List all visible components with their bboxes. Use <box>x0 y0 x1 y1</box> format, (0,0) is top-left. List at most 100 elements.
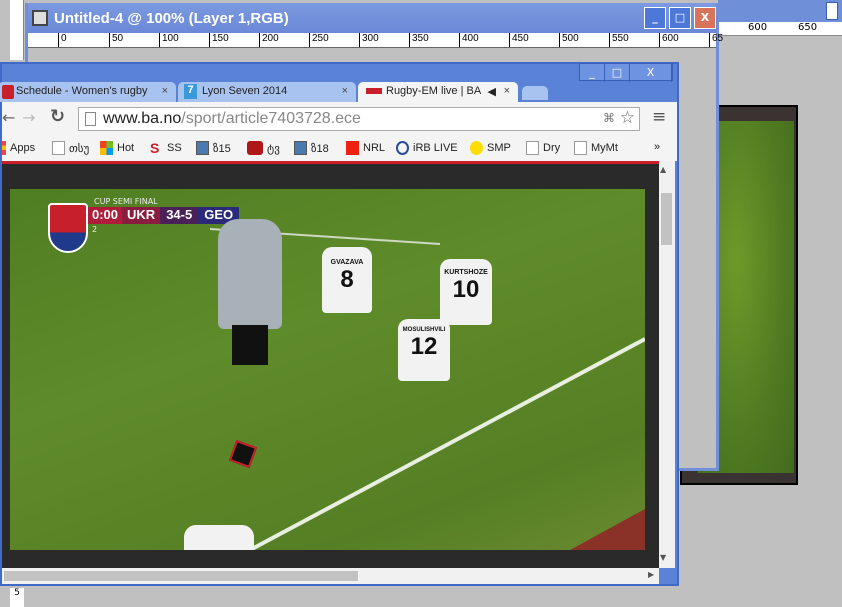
menu-icon[interactable]: ≡ <box>652 107 666 127</box>
supersport-icon: S <box>150 140 160 156</box>
bookmark-nrl[interactable]: NRL <box>346 141 385 155</box>
ruler-tick: 150 <box>209 33 229 47</box>
coach-shorts <box>232 325 268 365</box>
scroll-down-icon[interactable]: ▼ <box>660 553 666 562</box>
bookmark-tsu[interactable]: თსუ <box>52 141 89 155</box>
scroll-thumb[interactable] <box>4 571 358 581</box>
youtube-icon <box>247 141 263 155</box>
scroll-right-icon[interactable]: ▶ <box>648 570 654 579</box>
document-title: Untitled-4 @ 100% (Layer 1,RGB) <box>28 3 716 33</box>
bookmark-z18[interactable]: ზ18 <box>294 141 329 155</box>
tab-lyon-seven[interactable]: 7 Lyon Seven 2014 × <box>178 82 356 102</box>
window-controls: _ □ X <box>579 63 673 82</box>
page-icon <box>85 112 96 126</box>
url-host: www.ba.no <box>103 110 182 127</box>
bookmark-label: SMP <box>487 142 511 154</box>
ruler-tick: 200 <box>259 33 279 47</box>
bookmark-label: NRL <box>363 142 386 154</box>
ruler-tick: 250 <box>309 33 329 47</box>
ruler-tick: 600 <box>748 22 768 33</box>
smp-icon <box>470 141 483 155</box>
ruler-tick: 100 <box>159 33 179 47</box>
close-button[interactable]: X <box>694 7 716 29</box>
lyon-seven-icon: 7 <box>184 84 197 99</box>
chrome-window: _ □ X Schedule - Women's rugby × 7 Lyon S… <box>0 62 679 586</box>
tab-strip: Schedule - Women's rugby × 7 Lyon Seven 2… <box>0 80 677 102</box>
ruler-tick: 550 <box>609 33 629 47</box>
page-icon <box>52 141 65 155</box>
url-path: /sport/article7403728.ece <box>181 110 361 127</box>
bookmark-label: Apps <box>10 142 36 154</box>
ruler-tick: 600 <box>659 33 679 47</box>
player-8: GVAZAVA 8 <box>322 247 372 313</box>
nrl-icon <box>346 141 359 155</box>
tab-label: Schedule - Women's rugby <box>16 85 148 97</box>
audio-playing-icon: ◀ <box>487 86 496 98</box>
tournament-logo <box>48 203 88 253</box>
bookmark-ss[interactable]: S SS <box>150 141 182 155</box>
vertical-scrollbar[interactable]: ▲ ▼ <box>659 161 675 568</box>
bookmark-label: ზ18 <box>311 142 329 155</box>
toolbar: ← → ↻ www.ba.no/sport/article7403728.ece… <box>2 102 677 135</box>
bookmark-mymt[interactable]: MyMt <box>574 141 618 155</box>
tab-rugby-em-live[interactable]: Rugby-EM live | BA ◀ × <box>358 82 518 102</box>
more-bookmarks-button[interactable]: » <box>654 141 660 153</box>
ruler-tick: 400 <box>459 33 479 47</box>
maximize-button[interactable]: □ <box>669 7 691 29</box>
player-name: KURTSHOZE <box>444 269 488 276</box>
ruler-tick: 0 <box>58 33 67 47</box>
bookmark-z15[interactable]: ზ15 <box>196 141 231 155</box>
tab-label: Rugby-EM live | BA <box>386 85 482 97</box>
competition-label: CUP SEMI FINAL <box>94 197 158 206</box>
bookmark-tv[interactable]: ტვ <box>247 141 280 155</box>
irb-icon <box>396 141 409 155</box>
bookmark-label: ტვ <box>267 142 280 155</box>
bookmark-hot[interactable]: Hot <box>100 141 134 155</box>
background-ruler: 600 650 <box>718 22 842 36</box>
document-icon <box>32 10 48 26</box>
scroll-up-icon[interactable]: ▲ <box>660 165 666 174</box>
reload-button[interactable]: ↻ <box>50 106 65 127</box>
translate-icon[interactable]: ⌘ <box>603 111 615 125</box>
back-button[interactable]: ← <box>2 108 15 127</box>
bookmark-smp[interactable]: SMP <box>470 141 511 155</box>
horizontal-scrollbar[interactable]: ▶ <box>2 568 659 584</box>
minimize-button[interactable]: _ <box>644 7 666 29</box>
bookmark-star-icon[interactable]: ☆ <box>620 108 635 128</box>
period-label: 2 <box>92 225 98 234</box>
field-lines <box>209 228 645 550</box>
bookmark-irb-live[interactable]: iRB LIVE <box>396 141 458 155</box>
page-content: CUP SEMI FINAL 0:00 UKR 34-5 GEO 2 GVAZA… <box>2 164 659 568</box>
ba-logo-icon <box>366 88 382 94</box>
player-12: MOSULISHVILI 12 <box>398 319 450 381</box>
match-clock: 0:00 <box>88 207 123 224</box>
bookmark-label: თსუ <box>69 142 90 155</box>
tab-schedule[interactable]: Schedule - Women's rugby × <box>0 82 176 102</box>
bookmark-dry[interactable]: Dry <box>526 141 560 155</box>
bookmark-label: iRB LIVE <box>413 142 458 154</box>
side-ruler-label: 5 <box>10 588 24 607</box>
bookmarks-bar: Apps თსუ Hot S SS ზ15 ტვ ზ18 NRL iRB LIVE… <box>2 135 677 161</box>
background-window-titlebar <box>718 0 842 22</box>
close-tab-icon[interactable]: × <box>504 85 510 97</box>
bookmark-label: Hot <box>117 142 135 154</box>
scroll-thumb[interactable] <box>661 193 672 245</box>
player-foreground <box>184 525 254 550</box>
address-bar[interactable]: www.ba.no/sport/article7403728.ece ⌘ ☆ <box>78 107 640 131</box>
scoreboard: 0:00 UKR 34-5 GEO <box>88 207 240 224</box>
forward-button[interactable]: → <box>22 108 35 127</box>
bookmark-label: ზ15 <box>213 142 231 155</box>
player-10: KURTSHOZE 10 <box>440 259 492 325</box>
ruler-tick: 350 <box>409 33 429 47</box>
new-tab-button[interactable] <box>522 86 548 100</box>
close-tab-icon[interactable]: × <box>162 85 168 97</box>
video-player[interactable]: CUP SEMI FINAL 0:00 UKR 34-5 GEO 2 GVAZA… <box>10 189 645 550</box>
bookmark-label: MyMt <box>591 142 618 154</box>
page-icon <box>526 141 539 155</box>
player-number: 12 <box>410 333 438 360</box>
ruler-tick: 65 <box>709 33 723 47</box>
close-tab-icon[interactable]: × <box>342 85 348 97</box>
ruler-tick: 450 <box>509 33 529 47</box>
vertical-ruler <box>10 0 24 60</box>
bookmark-apps[interactable]: Apps <box>2 141 35 155</box>
